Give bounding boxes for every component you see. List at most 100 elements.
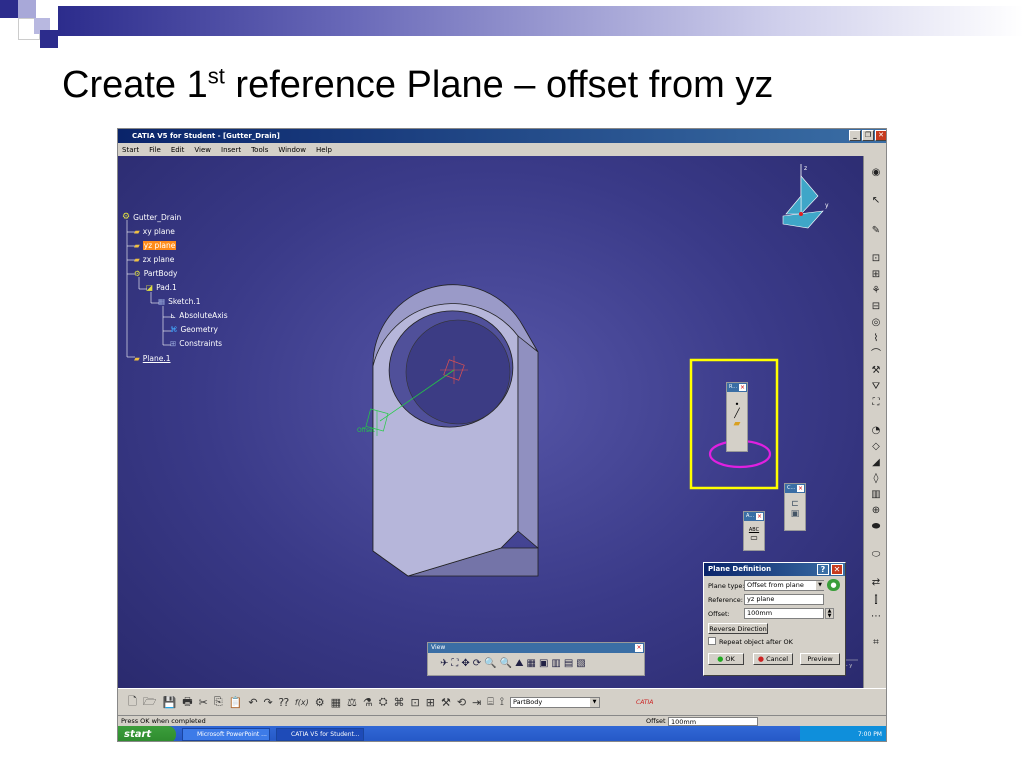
menu-tools[interactable]: Tools xyxy=(251,146,268,154)
palette-close-icon[interactable]: × xyxy=(739,384,746,391)
gear-icon[interactable]: ⛭ xyxy=(379,695,388,709)
paste-icon[interactable]: 📋 xyxy=(229,696,243,709)
hole-icon[interactable]: ◎ xyxy=(869,316,883,329)
3d-viewport[interactable]: Offset z y -- y ⚙ Gutter_Drain ▰ xy plane … xyxy=(118,156,863,688)
start-button[interactable]: start xyxy=(118,726,176,741)
maximize-button[interactable]: ❐ xyxy=(862,130,874,141)
normal-view-icon[interactable]: ⛰ xyxy=(515,658,523,669)
ok-button[interactable]: ● OK xyxy=(708,653,744,665)
settings-icon[interactable]: ⚙ xyxy=(315,696,325,709)
pattern-icon[interactable]: ⋯ xyxy=(869,610,883,623)
stiffener-icon[interactable]: ⚒ xyxy=(869,364,883,377)
task-catia[interactable]: CATIA V5 for Student... xyxy=(276,728,364,741)
reverse-direction-button[interactable]: Reverse Direction xyxy=(708,623,768,634)
tools-icon[interactable]: ⚒ xyxy=(441,696,451,709)
measure-icon[interactable]: ⚖ xyxy=(347,696,357,709)
whats-this-icon[interactable]: ⁇ xyxy=(279,696,289,709)
fit-all-icon[interactable]: ⛶ xyxy=(451,658,458,669)
shading-icon[interactable]: ▥ xyxy=(551,658,560,669)
redo-icon[interactable]: ↷ xyxy=(264,696,273,709)
mirror-icon[interactable]: ⫿ xyxy=(869,594,883,607)
draft-icon[interactable]: ◢ xyxy=(869,456,883,469)
minimize-button[interactable]: _ xyxy=(849,130,861,141)
remove-face-icon[interactable]: ⬬ xyxy=(869,520,883,533)
shell-icon[interactable]: ◊ xyxy=(869,472,883,485)
close-button[interactable]: ✕ xyxy=(875,130,886,141)
display-icon[interactable]: ⌸ xyxy=(487,695,494,709)
pan-icon[interactable]: ✥ xyxy=(461,658,469,669)
plane-type-select[interactable]: Offset from plane xyxy=(744,580,824,591)
sphere-icon[interactable]: ◉ xyxy=(869,166,883,179)
menu-view[interactable]: View xyxy=(194,146,211,154)
save-icon[interactable]: 💾 xyxy=(163,696,177,709)
menu-file[interactable]: File xyxy=(149,146,161,154)
point-icon[interactable]: • xyxy=(727,400,747,409)
copy-icon[interactable]: ⎘ xyxy=(214,695,223,709)
menu-insert[interactable]: Insert xyxy=(221,146,241,154)
split-icon[interactable]: ⬭ xyxy=(869,548,883,561)
pocket-icon[interactable]: ⊞ xyxy=(869,268,883,281)
loft-icon[interactable]: ⛛ xyxy=(869,380,883,393)
undo-icon[interactable]: ↶ xyxy=(248,696,257,709)
constraint-tool-icon[interactable]: ⟟ xyxy=(500,695,504,709)
repeat-checkbox[interactable] xyxy=(708,637,716,645)
body-select[interactable]: PartBody ▼ xyxy=(510,696,600,708)
preview-button[interactable]: Preview xyxy=(800,653,840,665)
new-icon[interactable]: 🗋 xyxy=(128,693,137,712)
menu-help[interactable]: Help xyxy=(316,146,332,154)
translate-icon[interactable]: ⇄ xyxy=(869,576,883,589)
remove-loft-icon[interactable]: ⛶ xyxy=(869,396,883,409)
constraint-palette[interactable]: C... × ⊏ ▣ xyxy=(784,483,806,531)
zoom-in-icon[interactable]: 🔍 xyxy=(484,658,496,669)
thickness-icon[interactable]: ▥ xyxy=(869,488,883,501)
status-field-input[interactable]: 100mm xyxy=(668,717,758,726)
rotate-icon[interactable]: ⟳ xyxy=(473,658,481,669)
help-icon[interactable]: ? xyxy=(817,564,829,575)
offset-spinner-icon[interactable]: ▲ ▼ xyxy=(825,608,834,619)
grid-icon[interactable]: ⊞ xyxy=(426,696,435,709)
pad-tool-icon[interactable]: ⊡ xyxy=(869,252,883,265)
groove-icon[interactable]: ⊟ xyxy=(869,300,883,313)
cancel-button[interactable]: ● Cancel xyxy=(753,653,793,665)
dropdown-arrow-icon[interactable]: ▼ xyxy=(816,581,824,590)
fillet-icon[interactable]: ◔ xyxy=(869,424,883,437)
cut-icon[interactable]: ✂ xyxy=(199,696,208,709)
thread-icon[interactable]: ⊕ xyxy=(869,504,883,517)
iso-view-icon[interactable]: ▣ xyxy=(539,658,548,669)
print-icon[interactable]: 🖶 xyxy=(182,693,192,712)
plane-tool-icon[interactable]: ▰ xyxy=(727,419,747,429)
hide-show-icon[interactable]: ▤ xyxy=(564,658,573,669)
multi-view-icon[interactable]: ▦ xyxy=(526,658,535,669)
open-icon[interactable]: 🗁 xyxy=(143,693,157,712)
axis-system-icon[interactable]: ⌗ xyxy=(869,636,883,649)
dialog-close-icon[interactable]: ✕ xyxy=(831,564,843,575)
fly-mode-icon[interactable]: ✈ xyxy=(440,658,448,669)
palette-close-icon[interactable]: × xyxy=(797,485,804,492)
line-icon[interactable]: ╱ xyxy=(727,409,747,419)
menu-edit[interactable]: Edit xyxy=(171,146,185,154)
box-icon[interactable]: ⊡ xyxy=(411,696,420,709)
select-icon[interactable]: ↖ xyxy=(869,194,883,207)
flag-note-icon[interactable]: ▭ xyxy=(744,533,764,542)
constraint-box-icon[interactable]: ▣ xyxy=(785,509,805,519)
swap-space-icon[interactable]: ▧ xyxy=(576,658,585,669)
insert-icon[interactable]: ⇥ xyxy=(472,696,481,709)
shaft-icon[interactable]: ⚘ xyxy=(869,284,883,297)
chamfer-icon[interactable]: ◇ xyxy=(869,440,883,453)
rib-icon[interactable]: ⌇ xyxy=(869,332,883,345)
formula-icon[interactable]: f(x) xyxy=(295,698,309,707)
command-icon[interactable]: ⌘ xyxy=(394,696,405,709)
reference-field[interactable]: yz plane xyxy=(744,594,824,605)
menu-start[interactable]: Start xyxy=(122,146,139,154)
material-icon[interactable]: ⚗ xyxy=(363,696,373,709)
table-icon[interactable]: ▦ xyxy=(331,696,341,709)
slot-icon[interactable]: ⌒ xyxy=(869,348,883,361)
task-powerpoint[interactable]: Microsoft PowerPoint ... xyxy=(182,728,270,741)
annotation-palette[interactable]: A... × ABC ▭ xyxy=(743,511,765,551)
menu-window[interactable]: Window xyxy=(278,146,306,154)
zoom-out-icon[interactable]: 🔍 xyxy=(500,658,512,669)
view-toolbar-close-icon[interactable]: × xyxy=(635,644,643,652)
update-icon[interactable]: ⟲ xyxy=(457,696,466,709)
plane-type-lock-icon[interactable]: ● xyxy=(827,579,840,591)
sketcher-icon[interactable]: ✎ xyxy=(869,224,883,237)
